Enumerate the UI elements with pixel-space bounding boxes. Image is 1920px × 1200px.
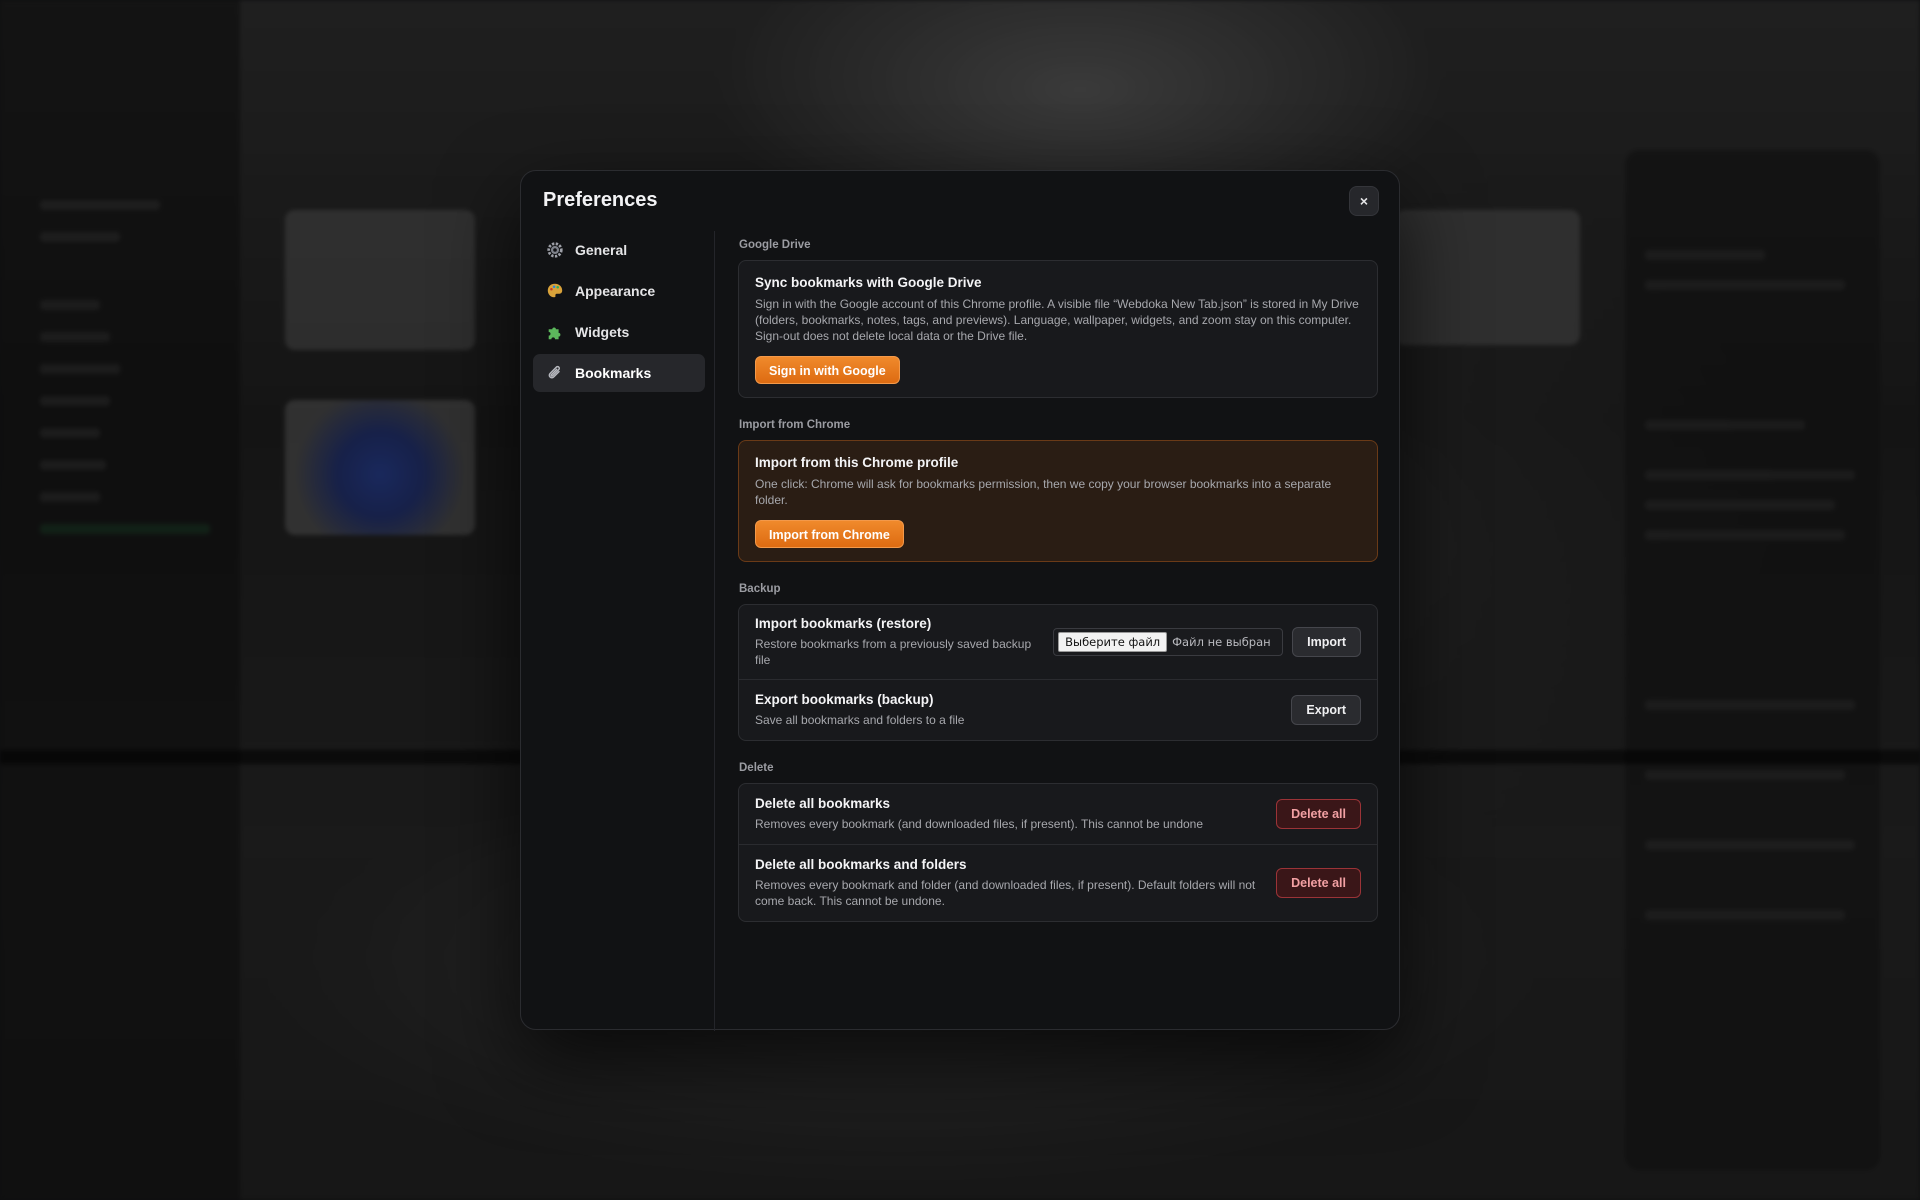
delete-all-bookmarks-description: Removes every bookmark (and downloaded f… (755, 817, 1204, 831)
nav-item-appearance[interactable]: Appearance (533, 272, 705, 310)
google-drive-title: Sync bookmarks with Google Drive (755, 275, 982, 290)
bookmarks-settings: Google Drive Sync bookmarks with Google … (738, 239, 1378, 943)
import-from-chrome-button[interactable]: Import from Chrome (755, 520, 904, 548)
delete-all-folders-title: Delete all bookmarks and folders (755, 857, 967, 872)
delete-all-bookmarks-row: Delete all bookmarks Removes every bookm… (739, 784, 1377, 844)
delete-all-bookmarks-title: Delete all bookmarks (755, 796, 891, 811)
palette-icon (545, 281, 565, 301)
import-chrome-card: Import from this Chrome profile One clic… (738, 440, 1378, 562)
export-backup-row: Export bookmarks (backup) Save all bookm… (739, 679, 1377, 740)
preferences-nav: General Appearance Widgets Bookmarks (533, 231, 705, 395)
choose-file-button[interactable]: Выберите файл (1058, 632, 1168, 652)
gear-icon (545, 240, 565, 260)
nav-item-label: Appearance (575, 283, 656, 299)
close-button[interactable]: × (1349, 186, 1379, 216)
puzzle-icon (545, 322, 565, 342)
google-drive-card: Sync bookmarks with Google Drive Sign in… (738, 260, 1378, 398)
section-label-delete: Delete (739, 762, 774, 774)
section-label-import-chrome: Import from Chrome (739, 419, 851, 431)
section-label-backup: Backup (739, 583, 781, 595)
delete-all-bookmarks-button[interactable]: Delete all (1276, 799, 1361, 829)
backup-file-input[interactable]: Выберите файл Файл не выбран (1053, 628, 1284, 656)
nav-item-general[interactable]: General (533, 231, 705, 269)
nav-divider (714, 231, 715, 1031)
nav-item-widgets[interactable]: Widgets (533, 313, 705, 351)
nav-item-label: Widgets (575, 324, 630, 340)
file-status: Файл не выбран (1172, 635, 1271, 649)
sign-in-google-button[interactable]: Sign in with Google (755, 356, 900, 384)
modal-title: Preferences (543, 189, 658, 211)
import-backup-description: Restore bookmarks from a previously save… (755, 637, 1032, 667)
preferences-modal: Preferences × General Appearance Widgets… (520, 170, 1400, 1031)
import-backup-title: Import bookmarks (restore) (755, 616, 932, 631)
import-button[interactable]: Import (1292, 627, 1361, 657)
backup-card: Import bookmarks (restore) Restore bookm… (738, 604, 1378, 741)
nav-item-label: General (575, 242, 628, 258)
delete-all-folders-description: Removes every bookmark and folder (and d… (755, 878, 1256, 908)
delete-card: Delete all bookmarks Removes every bookm… (738, 783, 1378, 922)
import-chrome-title: Import from this Chrome profile (755, 455, 959, 470)
nav-item-label: Bookmarks (575, 365, 652, 381)
delete-all-folders-button[interactable]: Delete all (1276, 868, 1361, 898)
nav-item-bookmarks[interactable]: Bookmarks (533, 354, 705, 392)
export-backup-title: Export bookmarks (backup) (755, 692, 934, 707)
google-drive-description: Sign in with the Google account of this … (755, 297, 1359, 343)
paperclip-icon (545, 363, 565, 383)
section-label-google-drive: Google Drive (739, 239, 811, 251)
export-button[interactable]: Export (1291, 695, 1361, 725)
export-backup-description: Save all bookmarks and folders to a file (755, 713, 965, 727)
import-backup-row: Import bookmarks (restore) Restore bookm… (739, 605, 1377, 679)
import-chrome-description: One click: Chrome will ask for bookmarks… (755, 477, 1332, 507)
delete-all-folders-row: Delete all bookmarks and folders Removes… (739, 844, 1377, 921)
